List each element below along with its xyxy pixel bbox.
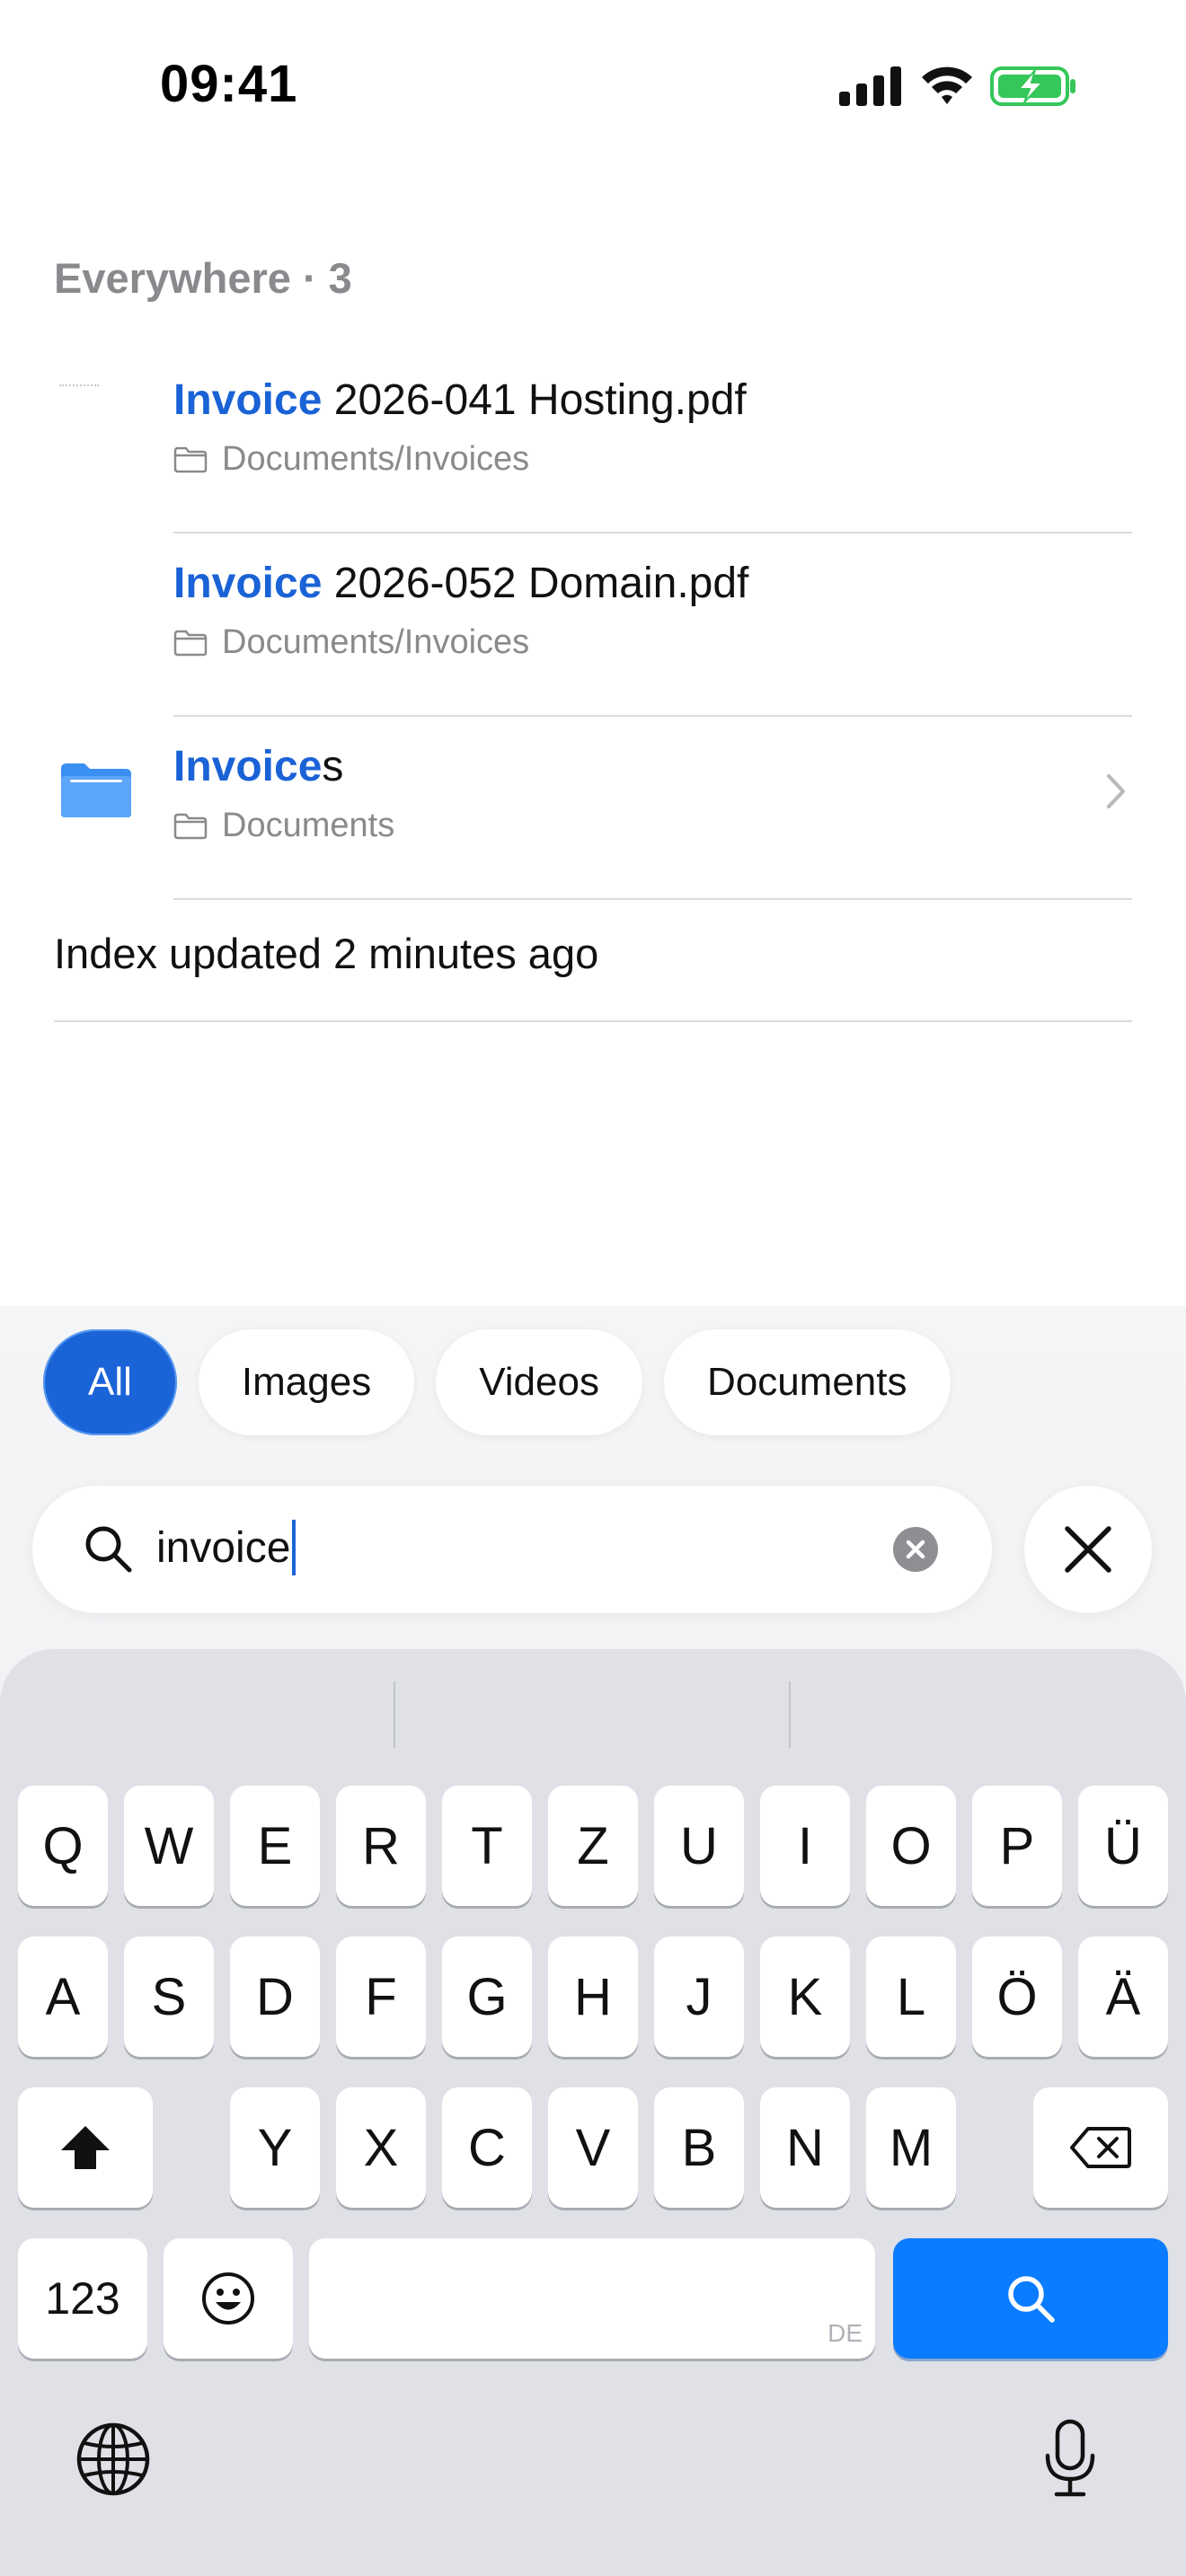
- key-v[interactable]: V: [548, 2087, 638, 2208]
- backspace-key[interactable]: [1033, 2087, 1168, 2208]
- pdf-thumbnail: [59, 384, 99, 386]
- folder-icon: [173, 446, 208, 472]
- key-w[interactable]: W: [124, 1786, 214, 1906]
- key-s[interactable]: S: [124, 1936, 214, 2057]
- close-search-button[interactable]: [1024, 1486, 1152, 1613]
- key-r[interactable]: R: [336, 1786, 426, 1906]
- shift-icon: [61, 2126, 110, 2169]
- key-x[interactable]: X: [336, 2087, 426, 2208]
- suggestion-divider: [394, 1681, 395, 1748]
- chip-all[interactable]: All: [43, 1329, 177, 1435]
- shift-key[interactable]: [18, 2087, 153, 2208]
- globe-icon[interactable]: [75, 2422, 151, 2497]
- language-hint: DE: [828, 2319, 863, 2347]
- search-key[interactable]: [893, 2238, 1168, 2359]
- key-g[interactable]: G: [442, 1936, 532, 2057]
- result-path: Documents/Invoices: [173, 623, 529, 662]
- backspace-icon: [1070, 2127, 1131, 2168]
- result-row[interactable]: Invoices Documents: [0, 717, 1186, 900]
- signal-icon: [839, 66, 901, 106]
- folder-icon: [173, 630, 208, 656]
- key-i[interactable]: I: [760, 1786, 850, 1906]
- emoji-key[interactable]: [164, 2238, 293, 2359]
- folder-icon: [61, 763, 131, 817]
- folder-icon: [173, 813, 208, 839]
- section-title: Everywhere · 3: [54, 254, 352, 302]
- key-a[interactable]: A: [18, 1936, 108, 2057]
- suggestion-divider: [789, 1681, 791, 1748]
- filter-chips: All Images Videos Documents: [43, 1329, 951, 1435]
- key-m[interactable]: M: [866, 2087, 956, 2208]
- result-title: Invoice 2026-052 Domain.pdf: [173, 560, 749, 607]
- key-b[interactable]: B: [654, 2087, 744, 2208]
- search-input[interactable]: invoice: [156, 1516, 296, 1579]
- key-p[interactable]: P: [972, 1786, 1062, 1906]
- keyboard: Q W E R T Z U I O P Ü A S D F G H J K L …: [0, 1649, 1186, 2576]
- result-title: Invoices: [173, 743, 344, 790]
- key-oe[interactable]: Ö: [972, 1936, 1062, 2057]
- key-z[interactable]: Z: [548, 1786, 638, 1906]
- search-icon: [1008, 2276, 1055, 2323]
- chip-videos[interactable]: Videos: [436, 1329, 642, 1435]
- clear-icon[interactable]: [893, 1527, 938, 1572]
- space-key[interactable]: DE: [309, 2238, 875, 2359]
- key-c[interactable]: C: [442, 2087, 532, 2208]
- key-u[interactable]: U: [654, 1786, 744, 1906]
- result-row[interactable]: Invoice 2026-052 Domain.pdf Documents/In…: [0, 534, 1186, 717]
- status-time: 09:41: [160, 55, 298, 113]
- text-caret: [292, 1520, 296, 1575]
- search-field[interactable]: invoice: [32, 1486, 992, 1613]
- wifi-icon: [922, 66, 972, 104]
- status-bar: 09:41: [0, 0, 1186, 171]
- chip-images[interactable]: Images: [198, 1329, 415, 1435]
- key-t[interactable]: T: [442, 1786, 532, 1906]
- key-o[interactable]: O: [866, 1786, 956, 1906]
- search-icon: [85, 1526, 132, 1573]
- divider: [173, 898, 1132, 900]
- mic-icon[interactable]: [1042, 2418, 1098, 2499]
- divider: [54, 1020, 1132, 1022]
- key-d[interactable]: D: [230, 1936, 320, 2057]
- key-ae[interactable]: Ä: [1078, 1936, 1168, 2057]
- key-f[interactable]: F: [336, 1936, 426, 2057]
- result-path: Documents: [173, 807, 394, 845]
- key-e[interactable]: E: [230, 1786, 320, 1906]
- key-n[interactable]: N: [760, 2087, 850, 2208]
- index-status: Index updated 2 minutes ago: [54, 930, 599, 977]
- chip-documents[interactable]: Documents: [663, 1329, 951, 1435]
- close-icon: [1065, 1526, 1111, 1573]
- key-h[interactable]: H: [548, 1936, 638, 2057]
- result-path: Documents/Invoices: [173, 440, 529, 479]
- key-ue[interactable]: Ü: [1078, 1786, 1168, 1906]
- key-k[interactable]: K: [760, 1936, 850, 2057]
- key-l[interactable]: L: [866, 1936, 956, 2057]
- result-title: Invoice 2026-041 Hosting.pdf: [173, 376, 747, 424]
- numbers-key[interactable]: 123: [18, 2238, 147, 2359]
- emoji-icon: [202, 2272, 254, 2325]
- result-row[interactable]: Invoice 2026-041 Hosting.pdf Documents/I…: [0, 350, 1186, 534]
- key-q[interactable]: Q: [18, 1786, 108, 1906]
- key-j[interactable]: J: [654, 1936, 744, 2057]
- key-y[interactable]: Y: [230, 2087, 320, 2208]
- battery-charging-icon: [990, 66, 1075, 106]
- chevron-right-icon: [1107, 774, 1125, 808]
